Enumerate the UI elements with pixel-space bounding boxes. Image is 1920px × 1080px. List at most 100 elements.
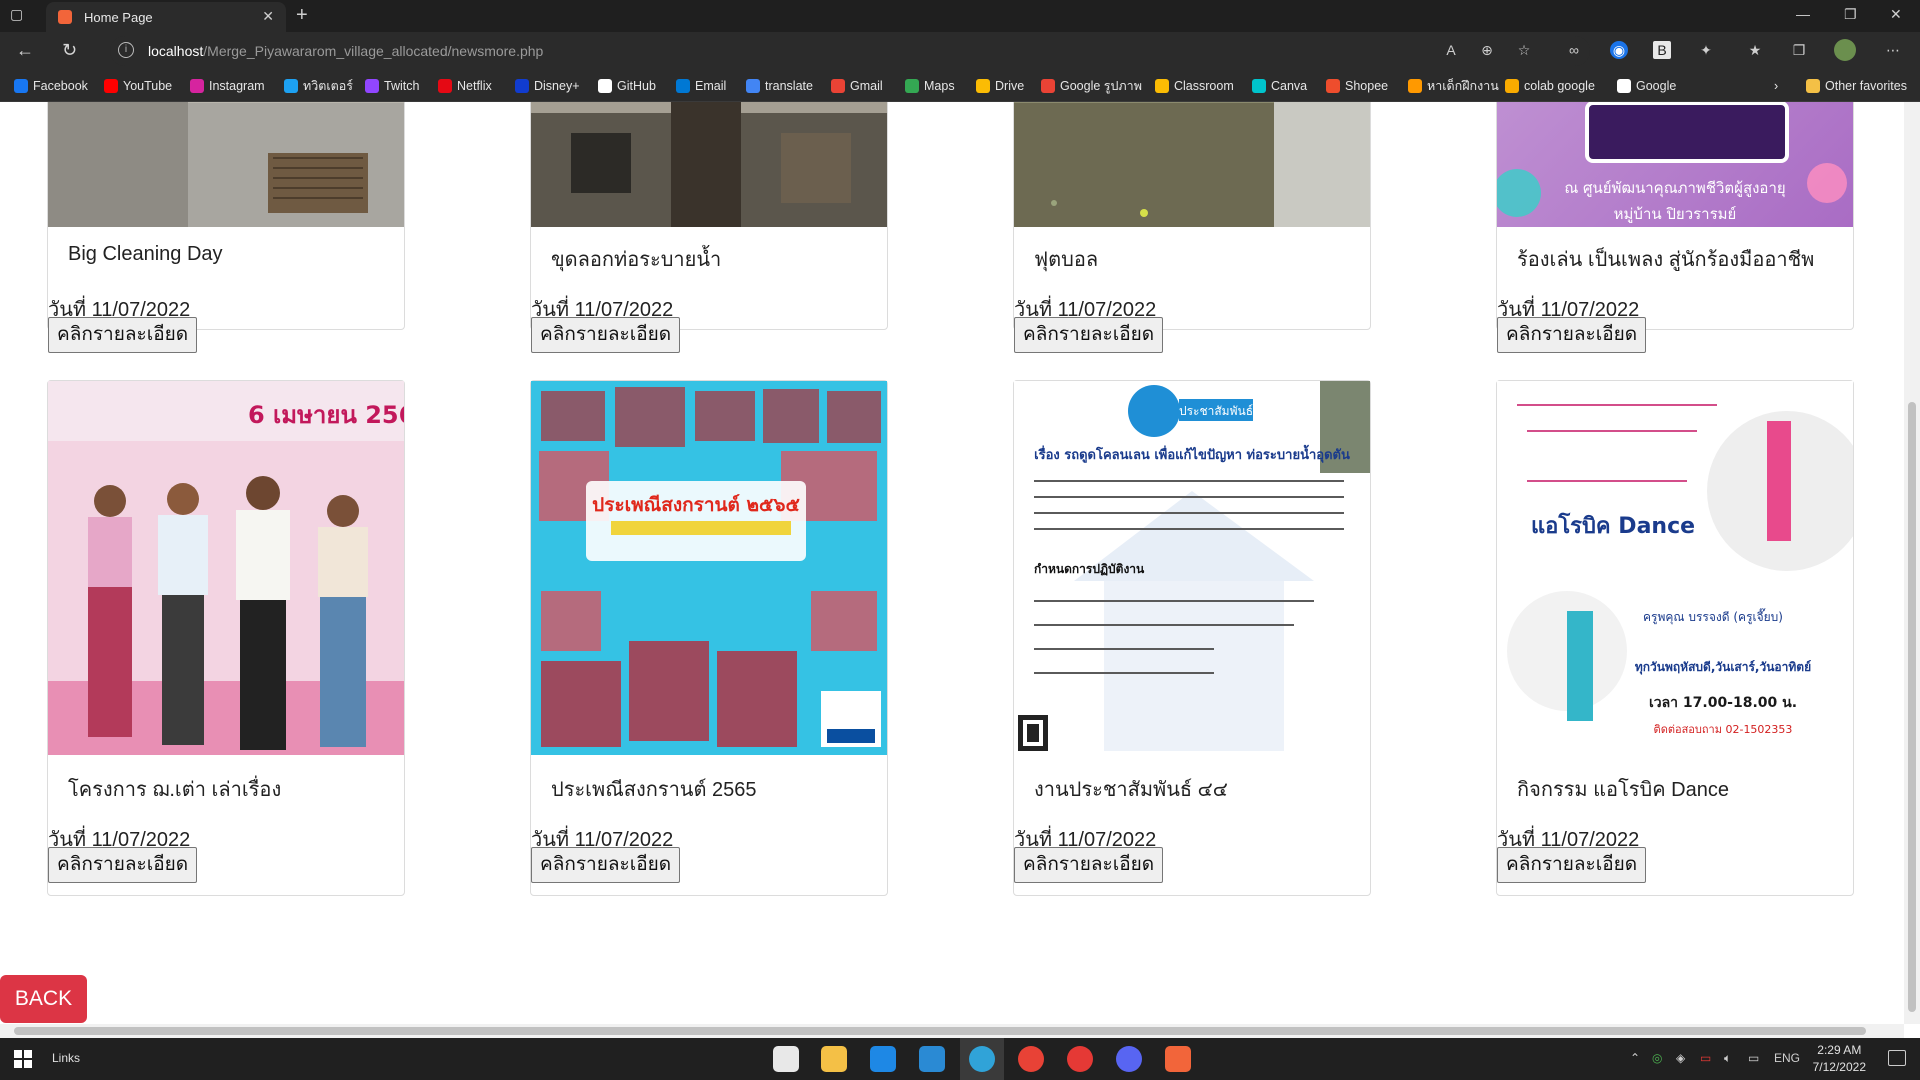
bookmark-gmail[interactable]: Gmail xyxy=(831,77,883,95)
details-button[interactable]: คลิกรายละเอียด xyxy=(48,847,198,883)
bookmark-favicon-icon xyxy=(598,79,612,93)
poster-text: ประเพณีสงกรานต์ ๒๕๖๕ xyxy=(592,494,800,516)
bookmark-label: Twitch xyxy=(384,79,420,93)
windows-start-icon[interactable] xyxy=(14,1050,32,1068)
bookmark-classroom[interactable]: Classroom xyxy=(1155,77,1234,95)
bookmark-favicon-icon xyxy=(14,79,28,93)
bookmark-[interactable]: หาเด็กฝึกงาน xyxy=(1408,77,1499,95)
bookmarks-overflow-icon[interactable]: › xyxy=(1774,77,1778,95)
back-button[interactable]: BACK xyxy=(0,975,87,1023)
bookmark-netflix[interactable]: Netflix xyxy=(438,77,492,95)
new-tab-button[interactable]: + xyxy=(296,4,308,27)
browser-title-bar: ▢ Home Page ✕ + — ❐ ✕ xyxy=(0,0,1920,32)
profile-avatar[interactable] xyxy=(1834,39,1856,61)
more-menu-icon[interactable]: ⋯ xyxy=(1884,41,1902,59)
store-icon[interactable] xyxy=(773,1046,799,1072)
collections-icon[interactable]: ❐ xyxy=(1790,41,1808,59)
tray-app-icon[interactable]: ◎ xyxy=(1652,1051,1662,1065)
details-button[interactable]: คลิกรายละเอียด xyxy=(1014,847,1164,883)
clock-time: 2:29 AM xyxy=(1817,1043,1862,1057)
news-card: ประเพณีสงกรานต์ ๒๕๖๕ ประเพณีสงกรานต์ 256… xyxy=(530,380,888,896)
tray-expand-icon[interactable]: ⌃ xyxy=(1630,1051,1640,1065)
bookmark-email[interactable]: Email xyxy=(676,77,726,95)
restore-button[interactable]: ❐ xyxy=(1844,6,1857,23)
news-title: ขุดลอกท่อระบายน้ำ xyxy=(551,249,722,271)
url-field[interactable]: i localhost/Merge_Piyawararom_village_al… xyxy=(110,36,1590,66)
discord-icon[interactable] xyxy=(1116,1046,1142,1072)
bookmark-youtube[interactable]: YouTube xyxy=(104,77,172,95)
add-favorite-icon[interactable]: ☆ xyxy=(1515,41,1533,59)
extension-glasses-icon[interactable]: ∞ xyxy=(1565,41,1583,59)
xampp-icon[interactable] xyxy=(1165,1046,1191,1072)
media-player-icon[interactable] xyxy=(1067,1046,1093,1072)
links-toolbar[interactable]: Links xyxy=(52,1051,80,1065)
news-image xyxy=(1014,102,1370,227)
details-button[interactable]: คลิกรายละเอียด xyxy=(531,847,681,883)
refresh-icon[interactable]: ↻ xyxy=(62,40,77,61)
back-arrow-icon[interactable]: ← xyxy=(16,40,34,61)
bookmark-label: Google xyxy=(1636,79,1677,93)
language-indicator[interactable]: ENG xyxy=(1774,1051,1800,1065)
bookmark-favicon-icon xyxy=(976,79,990,93)
file-explorer-icon[interactable] xyxy=(821,1046,847,1072)
chrome-icon[interactable] xyxy=(1018,1046,1044,1072)
bookmark-instagram[interactable]: Instagram xyxy=(190,77,265,95)
volume-icon[interactable]: 🔈︎ xyxy=(1724,1051,1731,1066)
site-info-icon[interactable]: i xyxy=(118,42,134,58)
bookmark-translate[interactable]: translate xyxy=(746,77,813,95)
favorites-icon[interactable]: ★ xyxy=(1746,41,1764,59)
news-card: ฟุตบอล วันที่ 11/07/2022 คลิกรายละเอียด xyxy=(1013,102,1371,353)
mail-icon[interactable] xyxy=(870,1046,896,1072)
bookmark-favicon-icon xyxy=(1505,79,1519,93)
details-button[interactable]: คลิกรายละเอียด xyxy=(48,317,198,353)
poster-text: ครูพคุณ บรรจงดี (ครูเจี๊ยบ) xyxy=(1643,608,1783,625)
read-aloud-icon[interactable]: A xyxy=(1442,41,1460,59)
bookmark-disney[interactable]: Disney+ xyxy=(515,77,580,95)
edge-icon[interactable] xyxy=(969,1046,995,1072)
bookmark-favicon-icon xyxy=(746,79,760,93)
active-tab[interactable]: Home Page ✕ xyxy=(46,2,286,32)
details-button[interactable]: คลิกรายละเอียด xyxy=(531,317,681,353)
bookmark-google[interactable]: Google รูปภาพ xyxy=(1041,77,1142,95)
bookmark-twitch[interactable]: Twitch xyxy=(365,77,419,95)
horizontal-scroll-thumb[interactable] xyxy=(14,1027,1866,1035)
network-icon[interactable]: ▭ xyxy=(1748,1051,1759,1065)
details-button[interactable]: คลิกรายละเอียด xyxy=(1497,847,1647,883)
bookmark-drive[interactable]: Drive xyxy=(976,77,1024,95)
close-window-button[interactable]: ✕ xyxy=(1890,6,1902,23)
extension-blue-icon[interactable]: ◉ xyxy=(1610,41,1628,59)
bookmark-facebook[interactable]: Facebook xyxy=(14,77,88,95)
bookmark-label: colab google xyxy=(1524,79,1595,93)
vertical-scroll-thumb[interactable] xyxy=(1908,402,1916,1012)
details-button[interactable]: คลิกรายละเอียด xyxy=(1014,317,1164,353)
extension-square-icon[interactable]: B xyxy=(1653,41,1671,59)
battery-icon[interactable]: ▭ xyxy=(1700,1051,1711,1065)
bookmark-label: Instagram xyxy=(209,79,265,93)
bookmark-colab-google[interactable]: colab google xyxy=(1505,77,1595,95)
bookmark-shopee[interactable]: Shopee xyxy=(1326,77,1388,95)
vscode-icon[interactable] xyxy=(919,1046,945,1072)
bookmark-favicon-icon xyxy=(676,79,690,93)
bookmark-label: Canva xyxy=(1271,79,1308,93)
bookmark-github[interactable]: GitHub xyxy=(598,77,656,95)
extensions-puzzle-icon[interactable]: ✦ xyxy=(1697,41,1715,59)
details-button[interactable]: คลิกรายละเอียด xyxy=(1497,317,1647,353)
minimize-button[interactable]: — xyxy=(1796,6,1810,22)
bookmark-maps[interactable]: Maps xyxy=(905,77,955,95)
clock[interactable]: 2:29 AM 7/12/2022 xyxy=(1813,1042,1866,1076)
other-favorites-folder[interactable]: Other favorites xyxy=(1806,77,1907,95)
tab-actions-icon[interactable]: ▢ xyxy=(10,6,38,26)
news-image: ประชาสัมพันธ์ เรื่อง รถดูดโคลนเลน เพื่อแ… xyxy=(1014,381,1370,755)
bookmark-canva[interactable]: Canva xyxy=(1252,77,1307,95)
notification-icon[interactable] xyxy=(1888,1050,1906,1066)
url-host: localhost xyxy=(148,43,204,59)
bookmark-favicon-icon xyxy=(438,79,452,93)
horizontal-scrollbar[interactable] xyxy=(0,1024,1904,1038)
bookmark-[interactable]: ทวิตเตอร์ xyxy=(284,77,353,95)
close-tab-icon[interactable]: ✕ xyxy=(262,8,274,25)
bookmark-google[interactable]: Google xyxy=(1617,77,1676,95)
zoom-icon[interactable]: ⊕ xyxy=(1478,41,1496,59)
bookmark-favicon-icon xyxy=(515,79,529,93)
tray-shield-icon[interactable]: ◈ xyxy=(1676,1051,1685,1065)
vertical-scrollbar[interactable] xyxy=(1904,102,1920,1024)
